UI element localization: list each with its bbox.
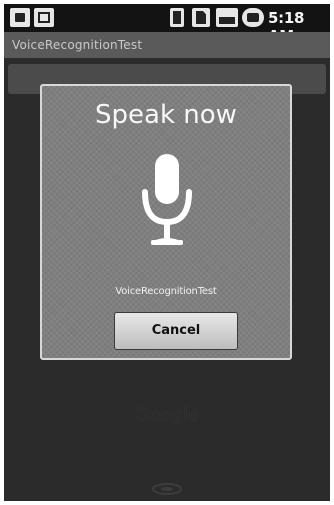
signal-icon [216, 8, 238, 27]
notification-icon [10, 8, 30, 27]
cancel-button[interactable]: Cancel [114, 312, 238, 350]
app-title-bar: VoiceRecognitionTest [4, 32, 330, 58]
sim-icon [170, 8, 184, 27]
phone-screen: 5:18 AM VoiceRecognitionTest Speak now V… [4, 4, 330, 501]
status-bar: 5:18 AM [4, 4, 330, 45]
google-branding: Google [135, 404, 199, 425]
usb-icon [34, 8, 54, 27]
search-key-icon[interactable] [144, 482, 190, 496]
microphone-icon[interactable] [137, 152, 197, 252]
battery-icon [242, 8, 264, 27]
dialog-title: Speak now [95, 100, 237, 130]
speech-dialog: Speak now VoiceRecognitionTest Cancel [40, 84, 292, 360]
sd-card-icon [192, 8, 210, 27]
recognition-source-label: VoiceRecognitionTest [115, 286, 217, 297]
